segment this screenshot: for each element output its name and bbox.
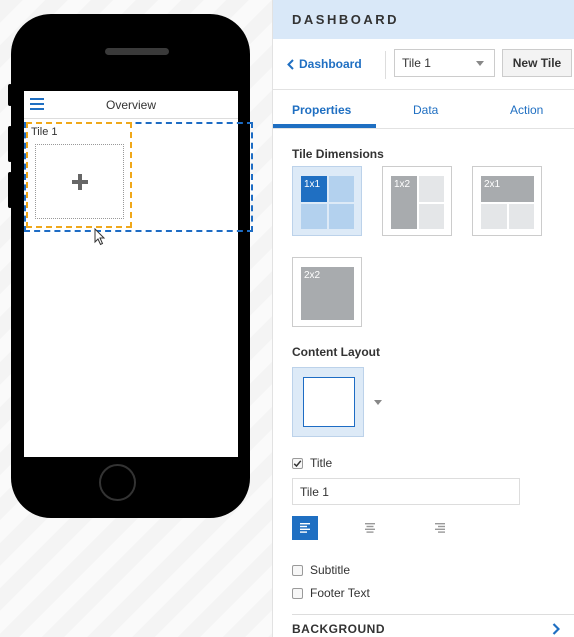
footer-option-row: Footer Text: [292, 586, 370, 600]
dimension-label: 1x1: [301, 176, 327, 202]
panel-header: DASHBOARD: [273, 0, 574, 39]
align-center-icon: [365, 523, 375, 533]
align-right-icon: [435, 523, 445, 533]
content-layout-option[interactable]: [292, 367, 364, 437]
dimension-option-2x1[interactable]: 2x1: [472, 166, 542, 236]
add-content-button[interactable]: [35, 144, 124, 219]
phone-speaker: [105, 48, 169, 55]
phone-side-button: [8, 172, 12, 208]
tile-1[interactable]: Tile 1: [26, 122, 132, 228]
subtitle-option-row: Subtitle: [292, 563, 350, 577]
phone-frame: Overview Tile 1: [8, 14, 253, 518]
panel-tabs: Properties Data Action: [273, 90, 574, 129]
dimension-option-2x2[interactable]: 2x2: [292, 257, 362, 327]
tile-select-dropdown[interactable]: Tile 1: [394, 49, 495, 77]
phone-screen: Overview Tile 1: [24, 91, 253, 457]
mouse-cursor-icon: [94, 228, 106, 246]
back-to-dashboard-link[interactable]: Dashboard: [287, 57, 362, 71]
title-option-row: Title: [292, 456, 332, 470]
properties-panel: DASHBOARD Dashboard Tile 1 New Tile Prop…: [272, 0, 574, 637]
active-tab-indicator: [273, 124, 376, 128]
tile-label: Tile 1: [31, 126, 58, 138]
back-link-label: Dashboard: [299, 57, 362, 71]
tab-action[interactable]: Action: [510, 103, 543, 117]
tile-navigation-bar: Dashboard Tile 1 New Tile: [273, 39, 574, 90]
background-section-toggle[interactable]: BACKGROUND: [292, 622, 560, 636]
app-title: Overview: [105, 98, 156, 112]
phone-side-button: [8, 84, 12, 106]
dimension-label: 2x2: [301, 267, 354, 320]
chevron-right-icon: [552, 623, 560, 635]
title-checkbox[interactable]: [292, 457, 303, 469]
background-section-label: BACKGROUND: [292, 622, 385, 636]
tab-data[interactable]: Data: [413, 103, 438, 117]
tab-properties[interactable]: Properties: [292, 103, 351, 117]
tile-dimensions-heading: Tile Dimensions: [292, 147, 384, 161]
plus-icon: [71, 173, 88, 190]
phone-side-button: [8, 126, 12, 162]
dimension-label: 2x1: [481, 176, 534, 202]
divider: [292, 614, 574, 615]
dimension-label: 1x2: [391, 176, 417, 229]
preview-canvas: Overview Tile 1: [0, 0, 272, 637]
dimension-option-1x2[interactable]: 1x2: [382, 166, 452, 236]
title-text-field[interactable]: [292, 478, 520, 505]
phone-home-button: [99, 464, 136, 501]
align-center-button[interactable]: [357, 516, 383, 540]
align-left-icon: [300, 523, 310, 533]
new-tile-button[interactable]: New Tile: [502, 49, 572, 77]
layout-dropdown-caret-icon[interactable]: [374, 400, 382, 405]
align-right-button[interactable]: [427, 516, 453, 540]
content-layout-heading: Content Layout: [292, 345, 380, 359]
app-bar: Overview: [24, 91, 238, 119]
subtitle-checkbox[interactable]: [292, 564, 303, 576]
tile-select-value: Tile 1: [402, 56, 431, 70]
align-left-button[interactable]: [292, 516, 318, 540]
chevron-left-icon: [287, 58, 294, 70]
caret-down-icon: [476, 61, 484, 66]
panel-title: DASHBOARD: [292, 12, 399, 27]
divider: [385, 51, 386, 79]
footer-text-checkbox-label: Footer Text: [310, 586, 370, 600]
footer-text-checkbox[interactable]: [292, 587, 303, 599]
checkmark-icon: [293, 459, 302, 467]
subtitle-checkbox-label: Subtitle: [310, 563, 351, 577]
layout-preview: [303, 377, 355, 427]
title-checkbox-label: Title: [310, 456, 333, 470]
dimension-option-1x1[interactable]: 1x1: [292, 166, 362, 236]
